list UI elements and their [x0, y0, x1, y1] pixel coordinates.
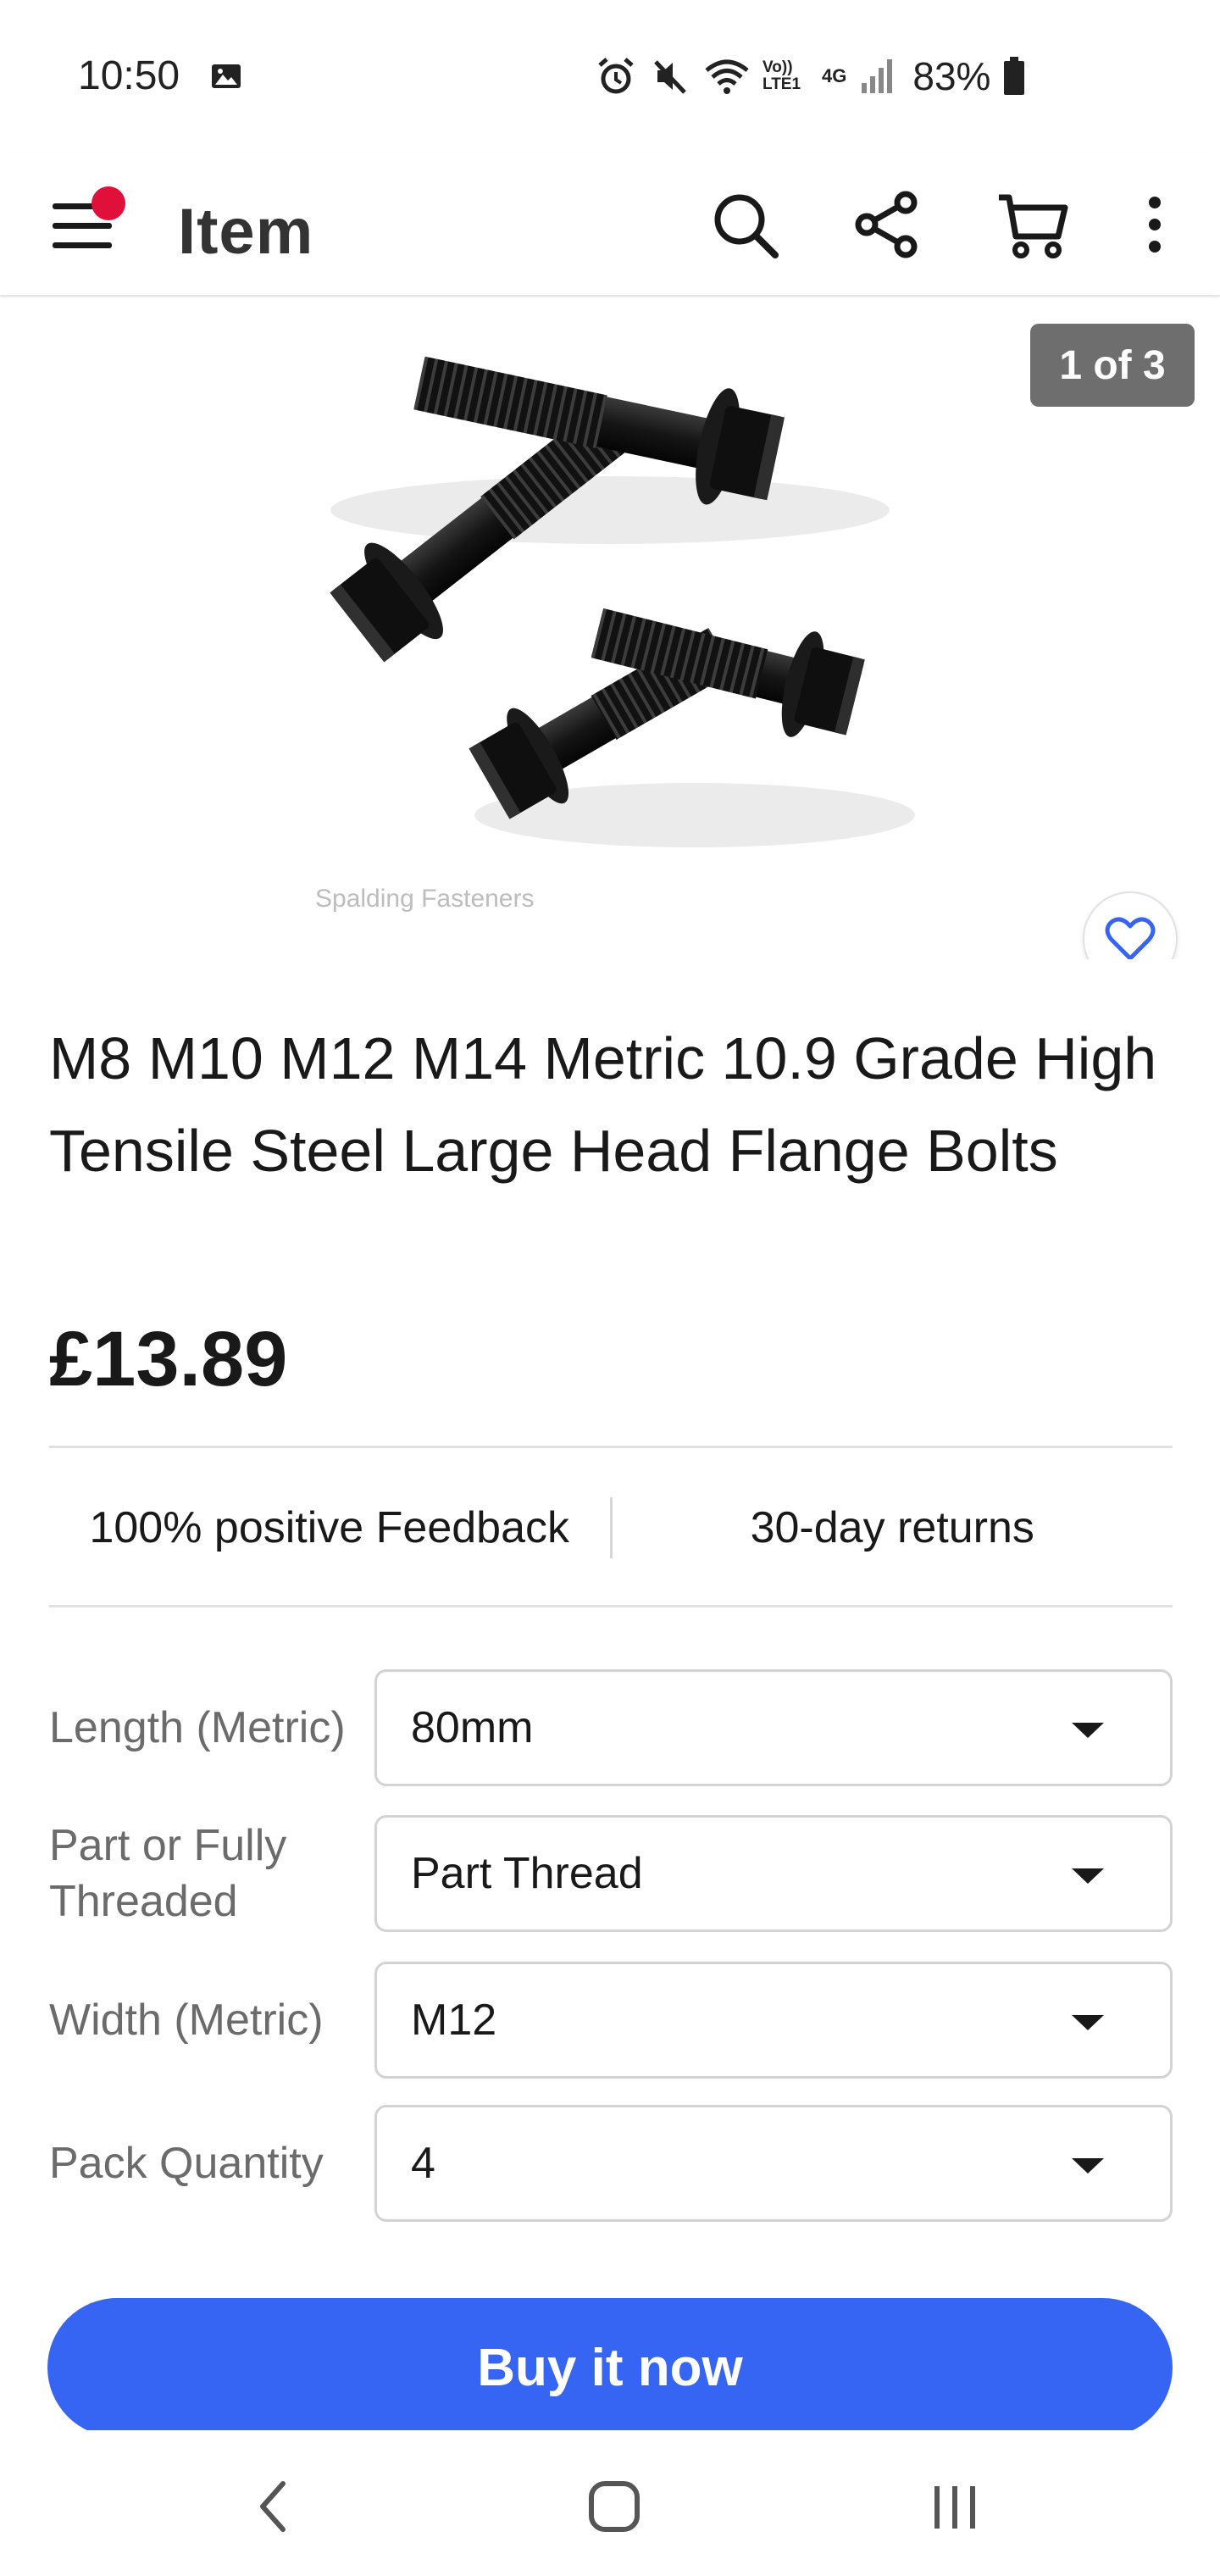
notification-dot — [92, 186, 125, 220]
heart-icon — [1105, 917, 1156, 959]
variation-label: Part or Fully Threaded — [49, 1821, 287, 1926]
image-watermark: Spalding Fasteners — [315, 885, 535, 913]
search-icon — [714, 194, 779, 258]
divider — [49, 1605, 1173, 1607]
variation-width: Width (Metric) M12 — [49, 1962, 1173, 2079]
variation-pack-quantity: Pack Quantity 4 — [49, 2105, 1173, 2222]
recents-icon — [934, 2486, 975, 2529]
image-gallery[interactable]: 1 of 3 Spalding Fasteners — [0, 298, 1220, 959]
feedback-label[interactable]: 100% positive Feedback — [49, 1502, 610, 1553]
select-value: Part Thread — [411, 1849, 643, 1898]
app-bar: Item — [0, 153, 1220, 297]
menu-button[interactable] — [49, 178, 134, 263]
alarm-icon — [598, 58, 634, 94]
variation-label: Length (Metric) — [49, 1703, 346, 1752]
variation-label: Width (Metric) — [49, 1996, 324, 2045]
signal-icon — [862, 59, 893, 93]
thread-select[interactable]: Part Thread — [374, 1815, 1173, 1932]
select-value: 4 — [411, 2139, 435, 2188]
page-title: Item — [178, 196, 314, 268]
chevron-down-icon — [1072, 1868, 1104, 1884]
image-icon — [212, 64, 241, 88]
status-time: 10:50 — [78, 53, 180, 98]
returns-label[interactable]: 30-day returns — [613, 1502, 1173, 1553]
home-button[interactable] — [568, 2464, 661, 2549]
status-bar: 10:50 Vo)) LTE1 4G 83% — [0, 0, 1220, 153]
select-value: M12 — [411, 1996, 497, 2045]
more-options-button[interactable] — [1117, 186, 1193, 263]
chevron-down-icon — [1072, 1723, 1104, 1738]
4g-icon: 4G — [822, 65, 847, 86]
battery-icon — [1004, 57, 1025, 95]
seller-features: 100% positive Feedback 30-day returns — [49, 1449, 1173, 1607]
share-icon — [855, 191, 918, 258]
wifi-icon — [705, 59, 749, 94]
listing-price: £13.89 — [49, 1316, 288, 1402]
cart-button[interactable] — [995, 186, 1071, 263]
width-select[interactable]: M12 — [374, 1962, 1173, 2079]
variation-thread: Part or Fully Threaded Part Thread — [49, 1815, 1173, 1932]
status-icons: Vo)) LTE1 4G 83% — [595, 53, 1026, 100]
search-button[interactable] — [707, 186, 783, 263]
menu-icon — [53, 203, 112, 248]
variation-label: Pack Quantity — [49, 2139, 324, 2188]
more-vert-icon — [1149, 197, 1161, 253]
recents-button[interactable] — [908, 2464, 1001, 2549]
divider — [49, 1446, 1173, 1448]
select-value: 80mm — [411, 1703, 534, 1752]
image-counter: 1 of 3 — [1030, 324, 1195, 407]
mute-icon — [654, 60, 686, 94]
home-icon — [589, 2481, 640, 2532]
cart-icon — [999, 194, 1068, 258]
share-button[interactable] — [849, 186, 925, 263]
length-select[interactable]: 80mm — [374, 1669, 1173, 1786]
chevron-down-icon — [1072, 2158, 1104, 2174]
back-icon — [260, 2481, 286, 2532]
back-button[interactable] — [227, 2464, 320, 2549]
chevron-down-icon — [1072, 2015, 1104, 2030]
volte-icon: Vo)) LTE1 — [762, 58, 801, 93]
variation-length: Length (Metric) 80mm — [49, 1669, 1173, 1786]
listing-title: M8 M10 M12 M14 Metric 10.9 Grade High Te… — [49, 1025, 1157, 1184]
system-nav-bar — [0, 2430, 1220, 2576]
buy-it-now-button[interactable]: Buy it now — [47, 2298, 1173, 2437]
battery-percent: 83% — [912, 54, 991, 98]
pack-quantity-select[interactable]: 4 — [374, 2105, 1173, 2222]
